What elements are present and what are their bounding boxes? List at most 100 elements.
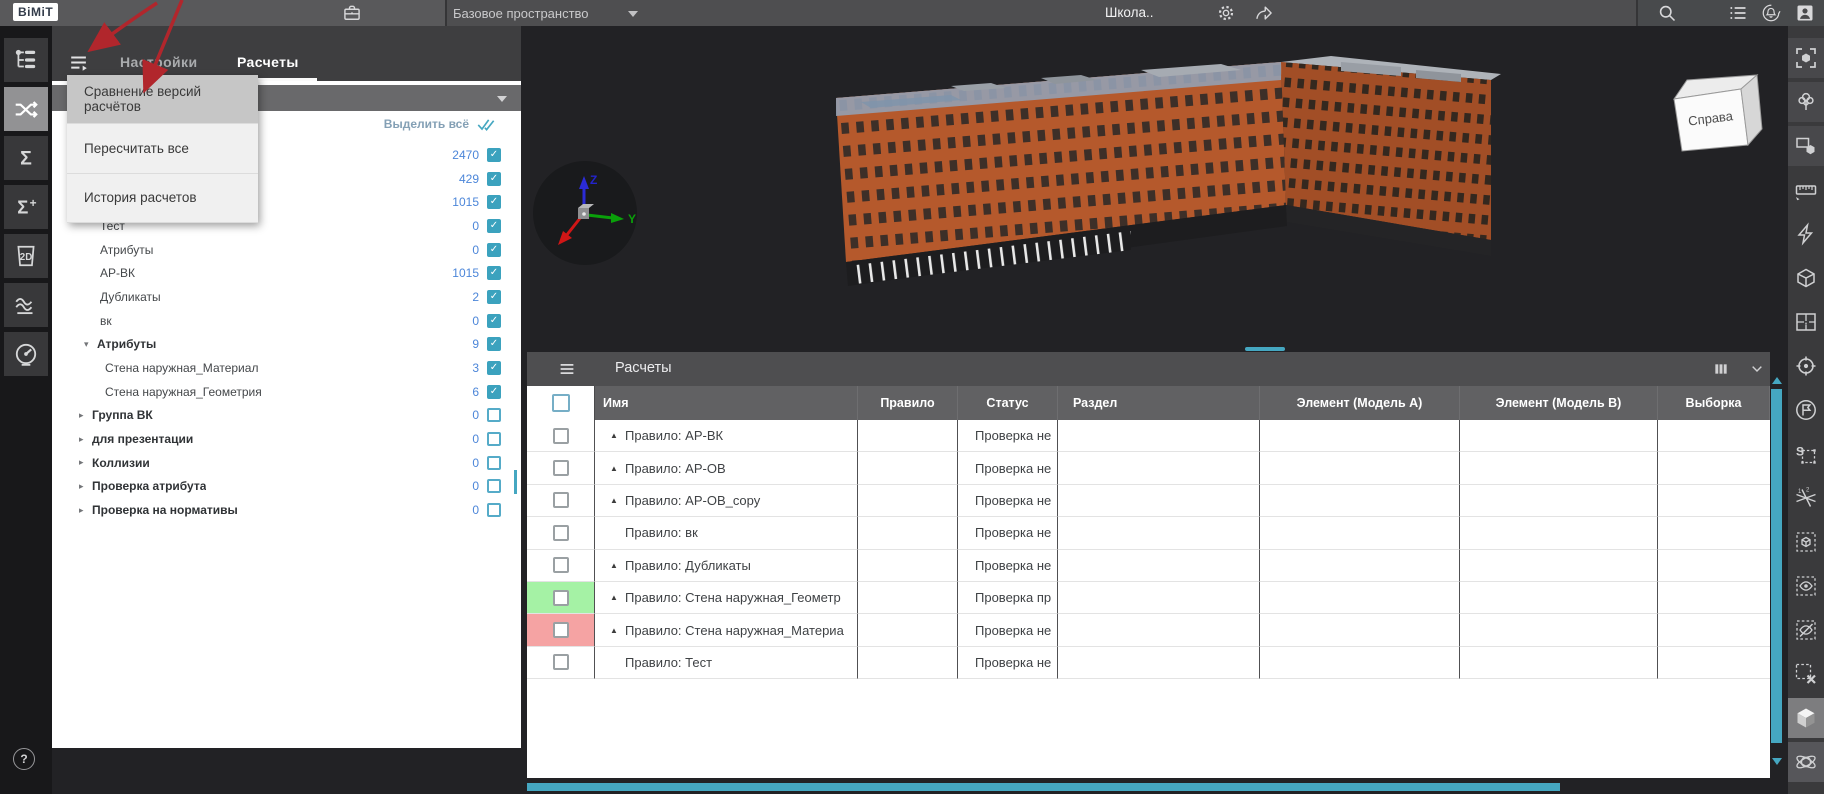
axis-gizmo[interactable]: Z Y [530, 158, 640, 268]
calc-table-row[interactable]: Правило: Тест Проверка не [527, 646, 1770, 680]
left-rail-tool-button[interactable] [4, 136, 48, 180]
calc-table-row[interactable]: Правило: вк Проверка не [527, 517, 1770, 550]
workspace-selector[interactable]: Базовое пространство [453, 0, 589, 26]
row-checkbox-cell[interactable] [527, 484, 595, 518]
collapse-arrow-icon[interactable] [610, 561, 625, 570]
menu-item[interactable]: Пересчитать все [67, 124, 258, 174]
tree-row[interactable]: Проверка атрибута 0 [52, 475, 521, 499]
list-icon[interactable] [1728, 3, 1748, 23]
tree-row[interactable]: Стена наружная_Геометрия 6 [52, 380, 521, 404]
tree-row[interactable]: Атрибуты 0 [52, 238, 521, 262]
right-rail-tool-button[interactable] [1788, 82, 1824, 122]
tree-item-checkbox[interactable] [487, 266, 501, 281]
left-rail-tool-button[interactable] [4, 283, 48, 327]
tree-item-checkbox[interactable] [487, 361, 501, 376]
search-icon[interactable] [1657, 3, 1677, 23]
panel-resize-handle[interactable] [1245, 347, 1285, 351]
tree-item-checkbox[interactable] [487, 289, 501, 304]
tree-item-checkbox[interactable] [487, 408, 501, 423]
avatar[interactable] [1795, 3, 1815, 23]
building-model[interactable] [801, 50, 1501, 310]
right-rail-tool-button[interactable] [1788, 346, 1824, 386]
gear-icon[interactable] [1216, 3, 1236, 23]
row-checkbox-cell[interactable] [527, 420, 595, 453]
row-checkbox[interactable] [552, 524, 569, 541]
workspace-caret-icon[interactable] [628, 11, 638, 17]
calc-table-row[interactable]: Правило: АР-ОВ_copy Проверка не [527, 484, 1770, 518]
calc-table-row[interactable]: Правило: Дубликаты Проверка не [527, 549, 1770, 582]
scroll-down-arrow[interactable] [1772, 758, 1782, 765]
tree-item-checkbox[interactable] [487, 432, 501, 447]
left-rail-tool-button[interactable] [4, 185, 48, 229]
calc-table-row[interactable]: Правило: АР-ВК Проверка не [527, 420, 1770, 453]
column-header[interactable]: Элемент (Модель A) [1260, 386, 1460, 420]
row-checkbox[interactable] [552, 557, 569, 574]
tab-calculations[interactable]: Расчеты [237, 54, 299, 70]
row-checkbox-cell[interactable] [527, 549, 595, 582]
expand-arrow-icon[interactable] [79, 410, 92, 421]
row-checkbox[interactable] [552, 622, 569, 639]
right-rail-tool-button[interactable] [1788, 390, 1824, 430]
tree-item-checkbox[interactable] [487, 313, 501, 328]
calc-table-row[interactable]: Правило: Стена наружная_Материа Проверка… [527, 614, 1770, 647]
right-rail-tool-button[interactable] [1788, 170, 1824, 210]
tree-item-checkbox[interactable] [487, 455, 501, 470]
row-checkbox[interactable] [552, 492, 569, 509]
notifications-bell-icon[interactable] [1761, 3, 1781, 23]
right-rail-tool-button[interactable] [1788, 302, 1824, 342]
columns-icon[interactable] [1713, 361, 1729, 377]
tree-row[interactable]: Атрибуты 9 [52, 333, 521, 357]
dropdown-caret-icon[interactable] [497, 96, 507, 102]
tree-row[interactable]: Коллизии 0 [52, 451, 521, 475]
help-button[interactable]: ? [13, 748, 35, 770]
row-checkbox-cell[interactable] [527, 581, 595, 615]
tree-row[interactable]: Стена наружная_Материал 3 [52, 356, 521, 380]
right-rail-tool-button[interactable] [1788, 126, 1824, 166]
row-checkbox-cell[interactable] [527, 646, 595, 680]
expand-arrow-icon[interactable] [79, 481, 92, 492]
tree-item-checkbox[interactable] [487, 503, 501, 518]
right-rail-tool-button[interactable] [1788, 698, 1824, 738]
tree-item-checkbox[interactable] [487, 384, 501, 399]
calc-menu-icon[interactable] [558, 360, 576, 378]
row-checkbox-cell[interactable] [527, 614, 595, 647]
header-checkbox[interactable] [551, 394, 570, 412]
column-header[interactable]: Раздел [1058, 386, 1260, 420]
collapse-arrow-icon[interactable] [610, 464, 625, 473]
tree-row[interactable]: Дубликаты 2 [52, 285, 521, 309]
tree-row[interactable]: вк 0 [52, 309, 521, 333]
horizontal-scrollbar[interactable] [527, 783, 1560, 791]
row-checkbox[interactable] [552, 654, 569, 671]
collapse-arrow-icon[interactable] [610, 626, 625, 635]
right-rail-tool-button[interactable] [1788, 478, 1824, 518]
collapse-arrow-icon[interactable] [610, 496, 625, 505]
column-header[interactable]: Правило [858, 386, 958, 420]
expand-arrow-icon[interactable] [79, 505, 92, 516]
panel-menu-button[interactable] [68, 52, 90, 74]
left-rail-tool-button[interactable] [4, 38, 48, 82]
tree-item-checkbox[interactable] [487, 479, 501, 494]
menu-item[interactable]: Сравнение версий расчётов [67, 75, 258, 125]
vertical-scrollbar[interactable] [1771, 389, 1782, 743]
collapse-arrow-icon[interactable] [610, 431, 625, 440]
view-cube[interactable]: Справа [1660, 72, 1765, 157]
tree-row[interactable]: Группа ВК 0 [52, 404, 521, 428]
left-rail-tool-button[interactable] [4, 87, 48, 131]
tree-row[interactable]: АР-ВК 1015 [52, 261, 521, 285]
row-checkbox-cell[interactable] [527, 452, 595, 485]
expand-arrow-icon[interactable] [79, 457, 92, 468]
tree-item-checkbox[interactable] [487, 218, 501, 233]
column-header[interactable]: Статус [958, 386, 1058, 420]
right-rail-tool-button[interactable] [1788, 258, 1824, 298]
calc-table-row[interactable]: Правило: Стена наружная_Геометр Проверка… [527, 581, 1770, 615]
tree-item-checkbox[interactable] [487, 195, 501, 210]
scroll-up-arrow[interactable] [1772, 377, 1782, 384]
right-rail-tool-button[interactable] [1788, 38, 1824, 78]
collapse-arrow-icon[interactable] [610, 593, 625, 602]
row-checkbox[interactable] [552, 427, 569, 444]
right-rail-tool-button[interactable] [1788, 742, 1824, 782]
menu-item[interactable]: История расчетов [67, 173, 258, 223]
right-rail-tool-button[interactable] [1788, 654, 1824, 694]
right-rail-tool-button[interactable] [1788, 522, 1824, 562]
app-logo[interactable]: BiMiT [13, 3, 59, 21]
